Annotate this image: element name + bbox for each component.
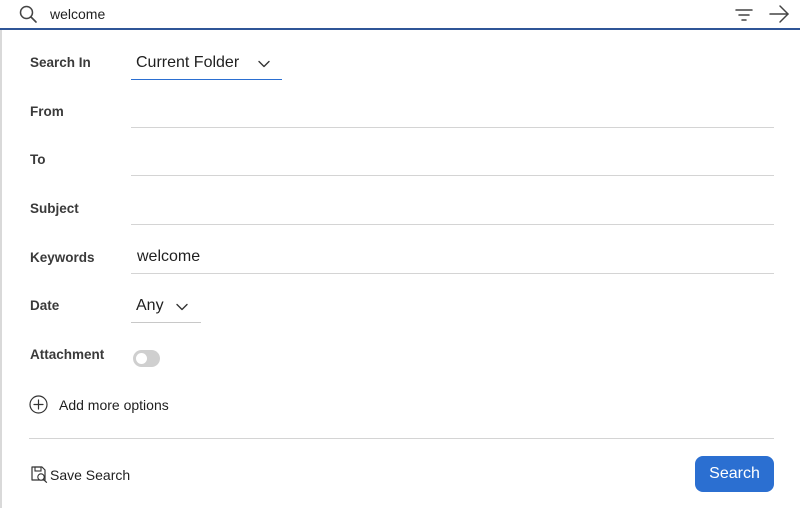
filter-icon[interactable] — [734, 5, 754, 25]
date-dropdown[interactable]: Any — [131, 291, 201, 323]
save-search-icon — [31, 466, 48, 483]
search-in-underline — [131, 79, 282, 80]
toggle-knob — [136, 353, 147, 364]
search-in-value: Current Folder — [136, 54, 240, 71]
add-more-options-label: Add more options — [59, 397, 169, 413]
subject-field[interactable] — [131, 195, 774, 223]
from-field-underline — [131, 127, 774, 128]
search-bar[interactable]: welcome — [0, 0, 800, 30]
footer-divider — [29, 438, 774, 439]
keywords-field-underline — [131, 273, 774, 274]
to-field-underline — [131, 175, 774, 176]
search-in-label: Search In — [30, 55, 91, 70]
to-field[interactable] — [131, 146, 774, 174]
search-button[interactable]: Search — [695, 456, 774, 492]
keywords-field[interactable] — [131, 243, 774, 271]
subject-label: Subject — [30, 201, 79, 216]
attachment-label: Attachment — [30, 347, 105, 362]
plus-circle-icon — [29, 395, 48, 414]
subject-field-underline — [131, 224, 774, 225]
search-query-text[interactable]: welcome — [50, 6, 105, 22]
date-value: Any — [136, 297, 164, 314]
save-search-label: Save Search — [50, 467, 131, 483]
attachment-toggle[interactable] — [133, 350, 160, 367]
search-in-dropdown[interactable]: Current Folder — [131, 48, 282, 80]
arrow-right-icon[interactable] — [768, 3, 790, 25]
chevron-down-icon — [176, 303, 188, 311]
panel-edge — [0, 30, 2, 508]
keywords-label: Keywords — [30, 250, 95, 265]
search-icon — [19, 5, 37, 23]
to-label: To — [30, 152, 46, 167]
date-label: Date — [30, 298, 60, 313]
from-label: From — [30, 104, 64, 119]
date-underline — [131, 322, 201, 323]
from-field[interactable] — [131, 98, 774, 126]
chevron-down-icon — [258, 60, 270, 68]
advanced-search-panel: welcome Search In Current Folder From To… — [0, 0, 800, 508]
